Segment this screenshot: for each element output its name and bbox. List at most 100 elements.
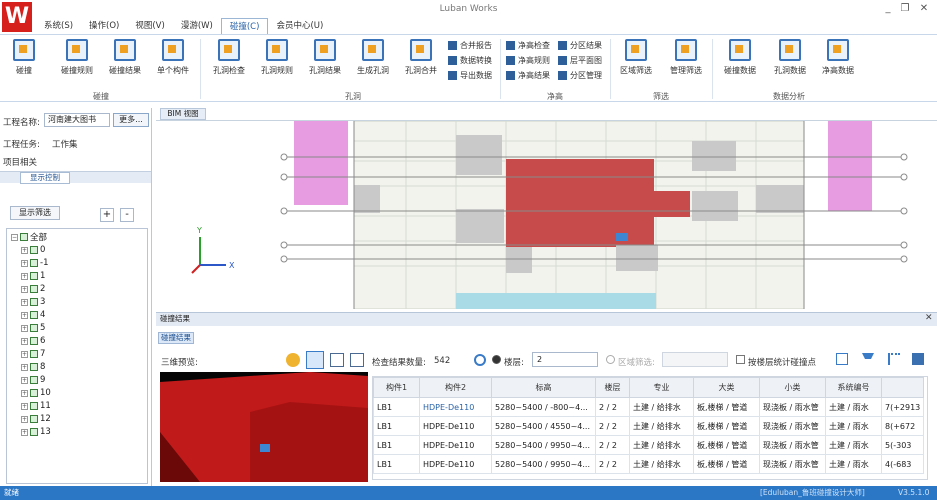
tree-node[interactable]: +10 bbox=[21, 388, 51, 398]
col-system-id[interactable]: 系统编号 bbox=[825, 377, 882, 398]
region-select[interactable] bbox=[662, 352, 728, 367]
tree-node[interactable]: +5 bbox=[21, 323, 45, 333]
col-component2[interactable]: 构件2 bbox=[419, 377, 492, 398]
clearance-check-button[interactable]: 净高检查 bbox=[506, 39, 550, 51]
filter-icon[interactable] bbox=[862, 353, 874, 365]
table-row[interactable]: LB1 HDPE-De110 5280~5400 / 9950~4... 2 / 2土… bbox=[373, 454, 925, 474]
panel-close-icon[interactable]: ✕ bbox=[925, 313, 933, 323]
menu-collision[interactable]: 碰撞(C) bbox=[220, 18, 269, 34]
menu-roam[interactable]: 漫游(W) bbox=[173, 18, 221, 34]
floor-stats-checkbox[interactable] bbox=[736, 355, 745, 364]
zone-results-button[interactable]: 分区结果 bbox=[558, 39, 602, 51]
tree-node[interactable]: +8 bbox=[21, 362, 45, 372]
color-icon[interactable] bbox=[286, 353, 300, 367]
hole-rules-button[interactable]: 孔洞规则 bbox=[256, 39, 298, 76]
generate-hole-button[interactable]: 生成孔洞 bbox=[352, 39, 394, 76]
tree-node[interactable]: +0 bbox=[21, 245, 45, 255]
col-subcategory[interactable]: 小类 bbox=[759, 377, 826, 398]
menu-operate[interactable]: 操作(O) bbox=[81, 18, 127, 34]
tree-node[interactable]: +3 bbox=[21, 297, 45, 307]
more-button[interactable]: 更多... bbox=[113, 113, 149, 127]
collision-data-icon bbox=[729, 39, 751, 61]
ribbon-separator bbox=[712, 39, 713, 99]
collision-results-button[interactable]: 碰撞结果 bbox=[104, 39, 146, 76]
tree-node[interactable]: +9 bbox=[21, 375, 45, 385]
col-floor[interactable]: 楼层 bbox=[595, 377, 630, 398]
window-icon[interactable] bbox=[350, 353, 364, 367]
hole-data-button[interactable]: 孔洞数据 bbox=[768, 39, 812, 76]
col-extra[interactable] bbox=[880, 377, 925, 398]
floor-radio[interactable] bbox=[492, 355, 501, 364]
table-row[interactable]: LB1 HDPE-De110 5280~5400 / -800~4... 2 / 2土… bbox=[373, 397, 925, 417]
tree-node[interactable]: +1 bbox=[21, 271, 45, 281]
hole-results-button[interactable]: 孔洞结果 bbox=[304, 39, 346, 76]
clearance-results-button[interactable]: 净高结果 bbox=[506, 69, 550, 81]
clearance-data-button[interactable]: 净高数据 bbox=[816, 39, 860, 76]
merge-report-button[interactable]: 合并报告 bbox=[448, 39, 492, 51]
menu-system[interactable]: 系统(S) bbox=[36, 18, 81, 34]
col-elevation[interactable]: 标高 bbox=[491, 377, 596, 398]
data-convert-button[interactable]: 数据转换 bbox=[448, 54, 492, 66]
collapse-all-button[interactable]: - bbox=[120, 208, 134, 222]
tree-node[interactable]: +2 bbox=[21, 284, 45, 294]
expand-all-button[interactable]: + bbox=[100, 208, 114, 222]
table-row[interactable]: LB1 HDPE-De110 5280~5400 / 4550~4... 2 / 2土… bbox=[373, 416, 925, 436]
project-select[interactable]: 河南建大图书 bbox=[44, 113, 110, 127]
col-category[interactable]: 大类 bbox=[693, 377, 760, 398]
tree-node-all[interactable]: − 全部 bbox=[11, 231, 47, 243]
component-icon bbox=[162, 39, 184, 61]
manage-filter-button[interactable]: 管理筛选 bbox=[664, 39, 708, 76]
zone-manage-button[interactable]: 分区管理 bbox=[558, 69, 602, 81]
axis-y-label: Y bbox=[196, 226, 202, 235]
tree-node[interactable]: +12 bbox=[21, 414, 51, 424]
display-filter-button[interactable]: 显示筛选 bbox=[10, 206, 60, 220]
tree-node[interactable]: +11 bbox=[21, 401, 51, 411]
preview-3d[interactable] bbox=[160, 372, 368, 482]
collision-rules-button[interactable]: 碰撞规则 bbox=[56, 39, 98, 76]
clearance-icon bbox=[506, 40, 515, 50]
bim-viewport[interactable]: Y X bbox=[156, 120, 937, 310]
fit-view-icon[interactable] bbox=[306, 351, 324, 369]
minimize-icon[interactable]: _ bbox=[880, 3, 896, 14]
tree-node[interactable]: +4 bbox=[21, 310, 45, 320]
tab-collision-results[interactable]: 碰撞结果 bbox=[158, 332, 194, 344]
floor-select[interactable]: 2 bbox=[532, 352, 598, 367]
save-icon[interactable] bbox=[912, 353, 924, 365]
hole-check-button[interactable]: 孔洞检查 bbox=[208, 39, 250, 76]
export-icon[interactable] bbox=[836, 353, 848, 365]
collision-marker[interactable] bbox=[616, 233, 628, 241]
menu-member[interactable]: 会员中心(U) bbox=[268, 18, 331, 34]
table-row[interactable]: LB1 HDPE-De110 5280~5400 / 9950~4... 2 / 2土… bbox=[373, 435, 925, 455]
col-component1[interactable]: 构件1 bbox=[373, 377, 420, 398]
tab-display-control[interactable]: 显示控制 bbox=[20, 172, 70, 184]
collision-zone[interactable] bbox=[506, 159, 654, 247]
collision-data-button[interactable]: 碰撞数据 bbox=[718, 39, 762, 76]
tree-node[interactable]: +6 bbox=[21, 336, 45, 346]
list-icon[interactable] bbox=[888, 353, 900, 365]
checkbox[interactable] bbox=[20, 233, 28, 241]
tree-node[interactable]: +13 bbox=[21, 427, 51, 437]
floor-plan-button[interactable]: 层平面图 bbox=[558, 54, 602, 66]
maximize-icon[interactable]: ❐ bbox=[897, 3, 913, 14]
single-component-button[interactable]: 单个构件 bbox=[152, 39, 194, 76]
ribbon-separator bbox=[200, 39, 201, 99]
col-discipline[interactable]: 专业 bbox=[629, 377, 694, 398]
task-label: 工程任务: bbox=[3, 140, 40, 150]
menu-view[interactable]: 视图(V) bbox=[127, 18, 172, 34]
clearance-rules-button[interactable]: 净高规则 bbox=[506, 54, 550, 66]
close-icon[interactable]: ✕ bbox=[916, 3, 932, 14]
export-data-button[interactable]: 导出数据 bbox=[448, 69, 492, 81]
region-radio[interactable] bbox=[606, 355, 615, 364]
manage-filter-icon bbox=[675, 39, 697, 61]
tab-bim-view[interactable]: BIM 视图 bbox=[160, 108, 206, 120]
region-filter-button[interactable]: 区域筛选 bbox=[614, 39, 658, 76]
group-collision: 碰撞 bbox=[93, 92, 109, 101]
group-clearance: 净高 bbox=[547, 92, 563, 101]
tree-node[interactable]: +7 bbox=[21, 349, 45, 359]
project-related-link[interactable]: 项目相关 bbox=[3, 156, 37, 168]
collision-button[interactable]: 碰撞 bbox=[6, 39, 42, 76]
camera-icon[interactable] bbox=[330, 353, 344, 367]
tree-node[interactable]: + -1 bbox=[21, 258, 48, 268]
merge-hole-button[interactable]: 孔洞合并 bbox=[400, 39, 442, 76]
eye-icon[interactable] bbox=[474, 354, 486, 366]
